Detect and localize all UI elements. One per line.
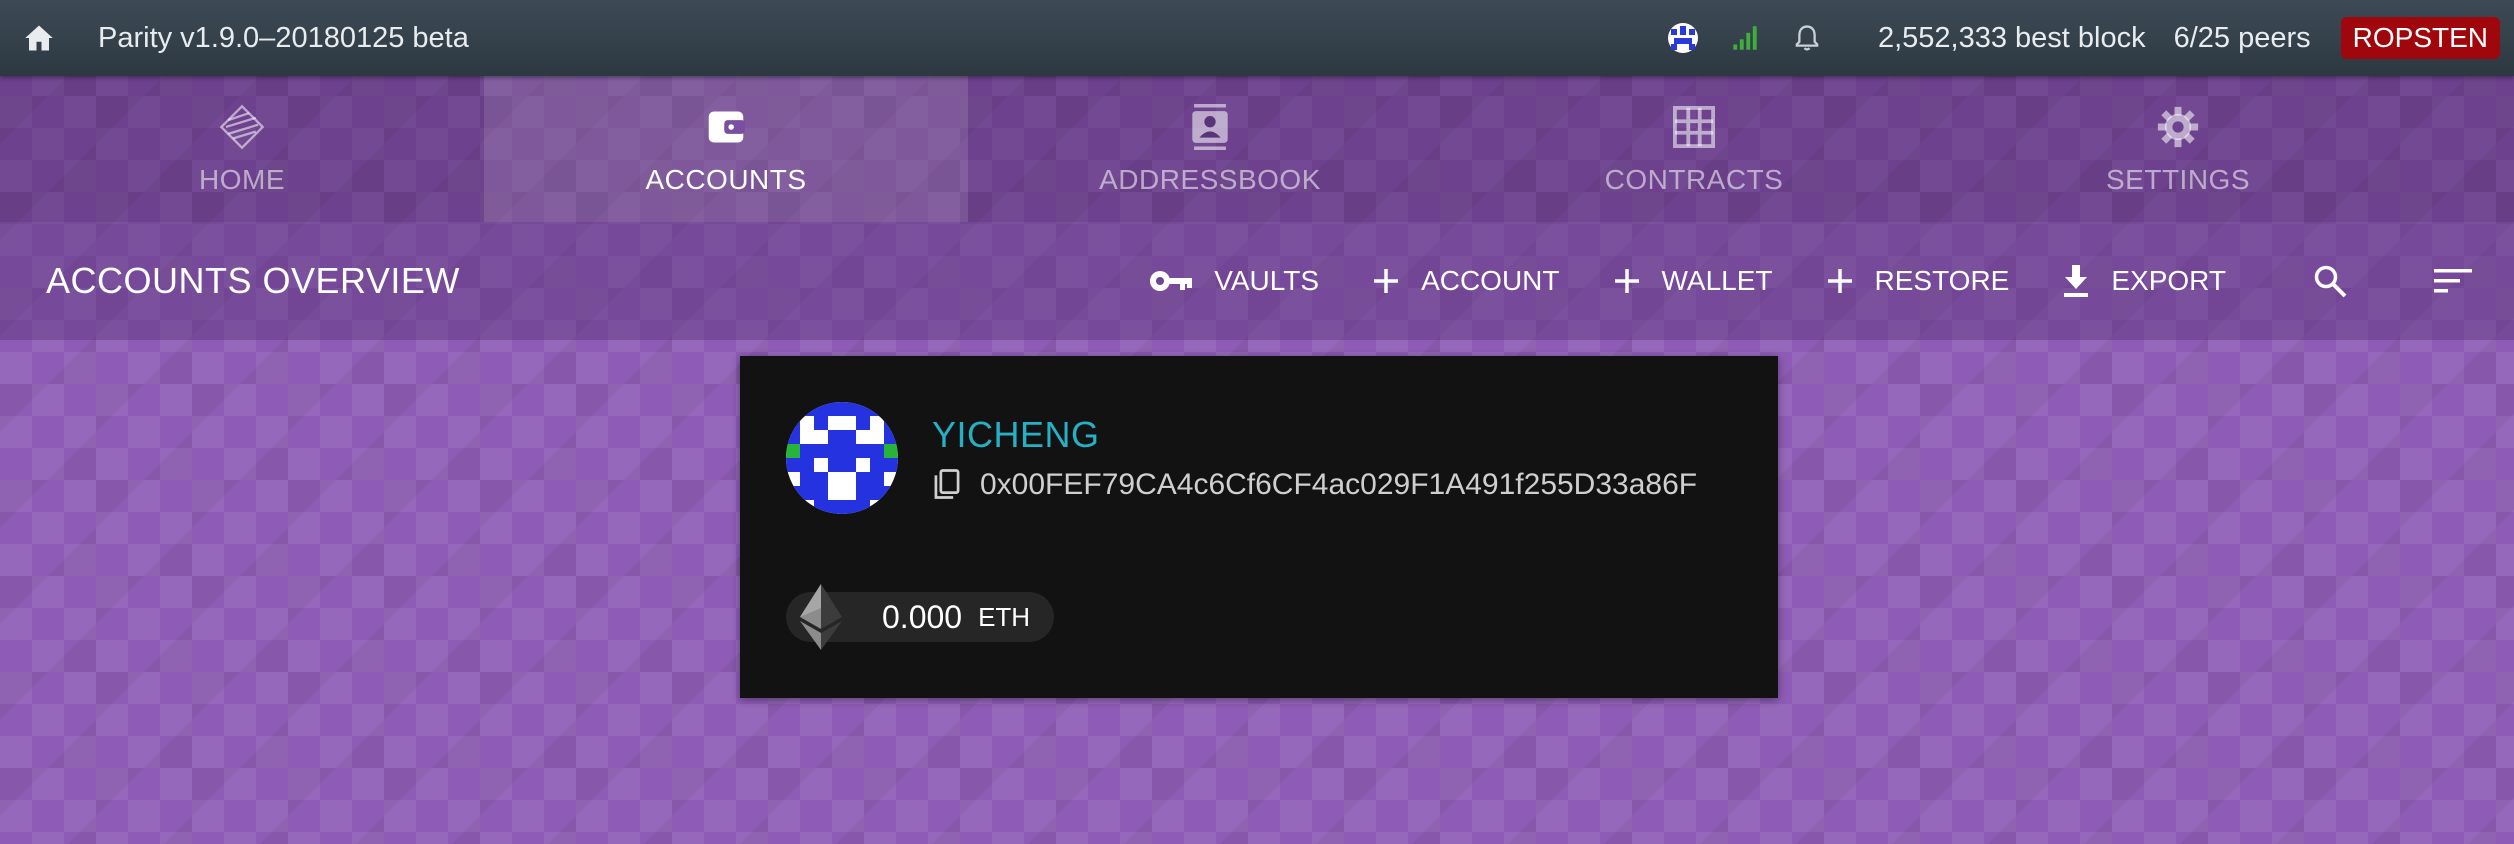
account-card[interactable]: YICHENG 0x00FEF79CA4c6Cf6CF4ac029F1A491f… (740, 356, 1778, 698)
peer-count: 6/25 peers (2173, 21, 2311, 54)
contacts-icon (1192, 104, 1228, 150)
add-wallet-button[interactable]: WALLET (1612, 265, 1773, 297)
wallet-icon (708, 111, 745, 143)
plus-icon (1374, 269, 1399, 293)
tab-label: CONTRACTS (1604, 164, 1784, 195)
best-block: 2,552,333 best block (1877, 21, 2146, 54)
tab-accounts[interactable]: ACCOUNTS (484, 76, 968, 222)
bell-icon (1795, 25, 1819, 51)
ethereum-icon (800, 584, 842, 650)
export-button[interactable]: EXPORT (2061, 263, 2226, 299)
search-icon (2314, 265, 2347, 298)
export-label: EXPORT (2111, 265, 2226, 296)
signal-icon (1733, 26, 1757, 50)
account-address: 0x00FEF79CA4c6Cf6CF4ac029F1A491f255D33a8… (980, 468, 1698, 501)
balance-chip: 0.000 ETH (786, 584, 1054, 650)
plus-icon (1827, 269, 1852, 293)
sort-icon (2434, 269, 2472, 293)
vaults-button[interactable]: VAULTS (1148, 265, 1319, 297)
status-bar: Parity v1.9.0–20180125 beta 2,552,333 be… (0, 0, 2514, 76)
tab-label: HOME (199, 164, 285, 195)
tab-label: SETTINGS (2105, 164, 2250, 195)
main-nav-tabs: HOME ACCOUNTS ADDRESSBOOK CONTRACTS SETT… (0, 76, 2514, 222)
balance-unit: ETH (978, 601, 1031, 632)
tab-contracts[interactable]: CONTRACTS (1452, 76, 1936, 222)
tab-addressbook[interactable]: ADDRESSBOOK (968, 76, 1452, 222)
app-title: Parity v1.9.0–20180125 beta (98, 21, 469, 54)
tab-settings[interactable]: SETTINGS (1936, 76, 2420, 222)
home-button[interactable] (0, 0, 78, 76)
identicon-icon (786, 402, 898, 514)
search-button[interactable] (2312, 263, 2348, 299)
vaults-label: VAULTS (1214, 265, 1320, 296)
key-icon (1150, 271, 1193, 291)
gear-icon (2157, 106, 2199, 148)
tab-home[interactable]: HOME (0, 76, 484, 222)
download-icon (2064, 265, 2089, 297)
tab-label: ADDRESSBOOK (1099, 164, 1321, 195)
identity-icon (1667, 23, 1698, 53)
account-label: ACCOUNT (1421, 265, 1560, 296)
copy-address-button[interactable] (932, 468, 962, 505)
account-identicon[interactable] (786, 402, 898, 514)
account-name[interactable]: YICHENG (932, 414, 1100, 456)
chain-badge: ROPSTEN (2340, 17, 2500, 59)
plus-icon (1614, 269, 1639, 293)
signal-button[interactable] (1714, 0, 1776, 76)
notifications-button[interactable] (1776, 0, 1838, 76)
sort-button[interactable] (2434, 267, 2472, 295)
restore-label: RESTORE (1874, 265, 2010, 296)
balance-value: 0.000 (882, 598, 963, 635)
parity-logo-icon (219, 104, 265, 150)
grid-icon (1673, 106, 1715, 148)
home-icon (25, 25, 53, 51)
add-account-button[interactable]: ACCOUNT (1371, 265, 1560, 297)
page-title: ACCOUNTS OVERVIEW (46, 260, 460, 301)
wallet-label: WALLET (1661, 265, 1773, 296)
page-toolbar: ACCOUNTS OVERVIEW VAULTS ACCOUNT WALLET … (0, 222, 2514, 340)
tab-label: ACCOUNTS (645, 164, 807, 195)
copy-icon (934, 469, 960, 499)
identity-icon-button[interactable] (1652, 0, 1714, 76)
restore-button[interactable]: RESTORE (1825, 265, 2010, 297)
